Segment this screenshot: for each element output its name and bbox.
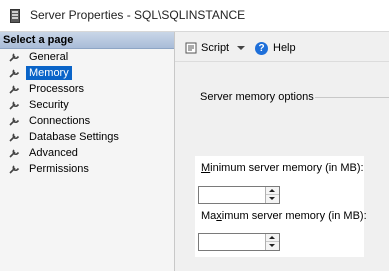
- sidebar-item-label: Processors: [29, 83, 85, 95]
- wrench-icon: [9, 133, 20, 142]
- min-memory-stepper[interactable]: [198, 186, 280, 204]
- server-icon: [10, 9, 20, 23]
- label-text: imum server memory (in MB):: [221, 210, 367, 222]
- sidebar-item-permissions[interactable]: Permissions: [0, 161, 174, 177]
- script-button[interactable]: Script: [185, 40, 246, 56]
- help-icon: ?: [255, 41, 268, 55]
- sidebar-item-label: Advanced: [29, 147, 78, 159]
- wrench-icon: [9, 149, 20, 158]
- sidebar-item-processors[interactable]: Processors: [0, 81, 174, 97]
- title-bar: Server Properties - SQL\SQLINSTANCE: [0, 0, 389, 32]
- help-label: Help: [273, 42, 296, 54]
- sidebar-item-label: Permissions: [29, 163, 89, 175]
- sidebar-item-memory[interactable]: Memory: [0, 65, 174, 81]
- decrement-button[interactable]: [266, 195, 279, 203]
- window-title: Server Properties - SQL\SQLINSTANCE: [30, 8, 246, 22]
- max-memory-stepper[interactable]: [198, 233, 280, 251]
- toolbar: Script ? Help: [175, 32, 389, 62]
- sidebar-item-database-settings[interactable]: Database Settings: [0, 129, 174, 145]
- min-memory-label: Minimum server memory (in MB):: [201, 162, 364, 174]
- sidebar-item-label: General: [29, 51, 69, 63]
- wrench-icon: [9, 101, 20, 110]
- script-label: Script: [201, 42, 230, 54]
- sidebar-item-label: Memory: [26, 66, 72, 80]
- label-text: inimum server memory (in MB):: [210, 162, 364, 174]
- chevron-down-icon[interactable]: [237, 46, 246, 50]
- spin-buttons: [265, 187, 279, 203]
- wrench-icon: [9, 165, 20, 174]
- wrench-icon: [9, 117, 20, 126]
- label-text: Ma: [201, 210, 217, 222]
- section-title: Server memory options: [200, 91, 314, 103]
- sidebar-item-security[interactable]: Security: [0, 97, 174, 113]
- sidebar-item-connections[interactable]: Connections: [0, 113, 174, 129]
- sidebar-header: Select a page: [0, 32, 174, 49]
- script-icon: [185, 42, 197, 54]
- wrench-icon: [9, 69, 20, 78]
- sidebar-item-label: Security: [29, 99, 69, 111]
- wrench-icon: [9, 85, 20, 94]
- sidebar-item-label: Database Settings: [29, 131, 119, 143]
- wrench-icon: [9, 53, 20, 62]
- sidebar-item-advanced[interactable]: Advanced: [0, 145, 174, 161]
- sidebar-item-general[interactable]: General: [0, 49, 174, 65]
- help-button[interactable]: ? Help: [255, 40, 296, 56]
- sidebar-item-label: Connections: [29, 115, 91, 127]
- min-memory-input[interactable]: [199, 187, 267, 203]
- max-memory-label: Maximum server memory (in MB):: [201, 210, 367, 222]
- page-selector: Select a page General Memory Processors …: [0, 32, 175, 271]
- increment-button[interactable]: [266, 234, 279, 242]
- accelerator-key: M: [201, 162, 211, 174]
- max-memory-input[interactable]: [199, 234, 267, 250]
- decrement-button[interactable]: [266, 242, 279, 250]
- spin-buttons: [265, 234, 279, 250]
- memory-settings-panel: Minimum server memory (in MB): Maximum s…: [195, 156, 367, 257]
- section-divider: [315, 97, 389, 98]
- increment-button[interactable]: [266, 187, 279, 195]
